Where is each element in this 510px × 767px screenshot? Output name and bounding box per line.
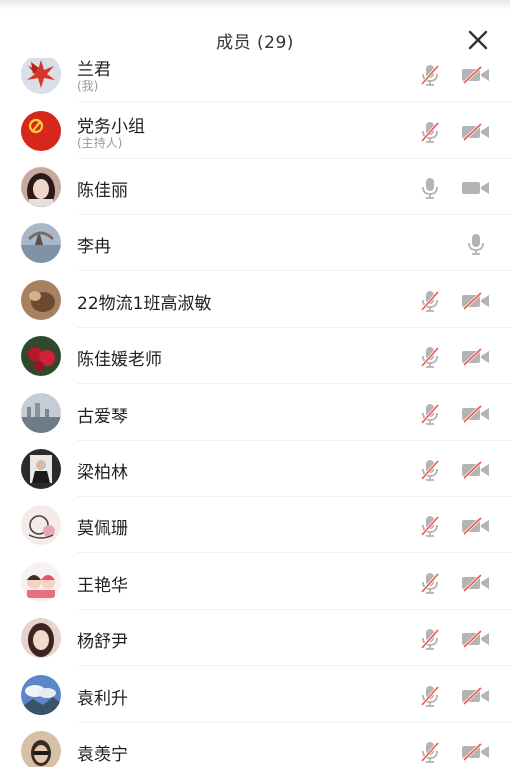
member-name: 梁柏林: [77, 463, 128, 483]
close-icon[interactable]: [467, 29, 489, 51]
member-row[interactable]: 陈佳丽: [0, 159, 510, 215]
member-name: 李冉: [77, 237, 111, 257]
mic-muted-icon[interactable]: [419, 514, 441, 538]
avatar: [21, 505, 61, 545]
camera-off-icon[interactable]: [461, 404, 491, 424]
row-divider: [77, 383, 510, 384]
member-row[interactable]: 党务小组 (主持人): [0, 103, 510, 159]
avatar: [21, 675, 61, 715]
mic-icon[interactable]: [465, 232, 487, 256]
member-name: 杨舒尹: [77, 632, 128, 652]
member-row[interactable]: 古爱琴: [0, 385, 510, 441]
avatar: [21, 54, 61, 94]
avatar: [21, 393, 61, 433]
camera-off-icon[interactable]: [461, 516, 491, 536]
row-divider: [77, 552, 510, 553]
mic-muted-icon[interactable]: [419, 571, 441, 595]
camera-off-icon[interactable]: [461, 122, 491, 142]
mic-muted-icon[interactable]: [419, 740, 441, 764]
mic-muted-icon[interactable]: [419, 684, 441, 708]
mic-icon[interactable]: [419, 176, 441, 200]
mic-muted-icon[interactable]: [419, 289, 441, 313]
camera-off-icon[interactable]: [461, 686, 491, 706]
mic-muted-icon[interactable]: [419, 63, 441, 87]
mic-muted-icon[interactable]: [419, 458, 441, 482]
avatar: [21, 449, 61, 489]
member-name: 莫佩珊: [77, 519, 128, 539]
member-row[interactable]: 陈佳媛老师: [0, 328, 510, 384]
avatar: [21, 562, 61, 602]
member-role-label: (我): [77, 79, 99, 93]
member-name: 22物流1班高淑敏: [77, 294, 212, 314]
member-name: 陈佳丽: [77, 181, 128, 201]
avatar: [21, 111, 61, 151]
camera-off-icon[interactable]: [461, 460, 491, 480]
avatar: [21, 280, 61, 320]
camera-off-icon[interactable]: [461, 291, 491, 311]
avatar: [21, 731, 61, 767]
row-divider: [77, 270, 510, 271]
member-row[interactable]: 杨舒尹: [0, 610, 510, 666]
member-row[interactable]: 王艳华: [0, 554, 510, 610]
member-row[interactable]: 李冉: [0, 215, 510, 271]
member-role-label: (主持人): [77, 136, 123, 150]
members-panel: 兰君 (我) 党务小组 (主持人) 陈佳丽 李冉 22物流1班高淑敏 陈佳媛老师 古爱琴 梁柏林莫…: [0, 0, 510, 767]
camera-off-icon[interactable]: [461, 629, 491, 649]
mic-muted-icon[interactable]: [419, 627, 441, 651]
mic-muted-icon[interactable]: [419, 402, 441, 426]
camera-off-icon[interactable]: [461, 742, 491, 762]
member-row[interactable]: 袁羡宁: [0, 723, 510, 767]
panel-title: 成员 (29): [216, 33, 294, 53]
top-shadow: [0, 0, 510, 10]
camera-icon[interactable]: [461, 178, 491, 198]
camera-off-icon[interactable]: [461, 347, 491, 367]
member-row[interactable]: 莫佩珊: [0, 497, 510, 553]
camera-off-icon[interactable]: [461, 65, 491, 85]
member-row[interactable]: 梁柏林: [0, 441, 510, 497]
member-row[interactable]: 袁利升: [0, 667, 510, 723]
camera-off-icon[interactable]: [461, 573, 491, 593]
row-divider: [77, 101, 510, 102]
member-name: 古爱琴: [77, 407, 128, 427]
member-row[interactable]: 22物流1班高淑敏: [0, 272, 510, 328]
member-name: 王艳华: [77, 576, 128, 596]
member-name: 袁利升: [77, 689, 128, 709]
mic-muted-icon[interactable]: [419, 345, 441, 369]
member-name: 袁羡宁: [77, 745, 128, 765]
avatar: [21, 223, 61, 263]
avatar: [21, 336, 61, 376]
avatar: [21, 618, 61, 658]
row-divider: [77, 665, 510, 666]
member-list[interactable]: 兰君 (我) 党务小组 (主持人) 陈佳丽 李冉 22物流1班高淑敏 陈佳媛老师 古爱琴 梁柏林莫…: [0, 0, 510, 767]
member-name: 陈佳媛老师: [77, 350, 162, 370]
mic-muted-icon[interactable]: [419, 120, 441, 144]
avatar: [21, 167, 61, 207]
